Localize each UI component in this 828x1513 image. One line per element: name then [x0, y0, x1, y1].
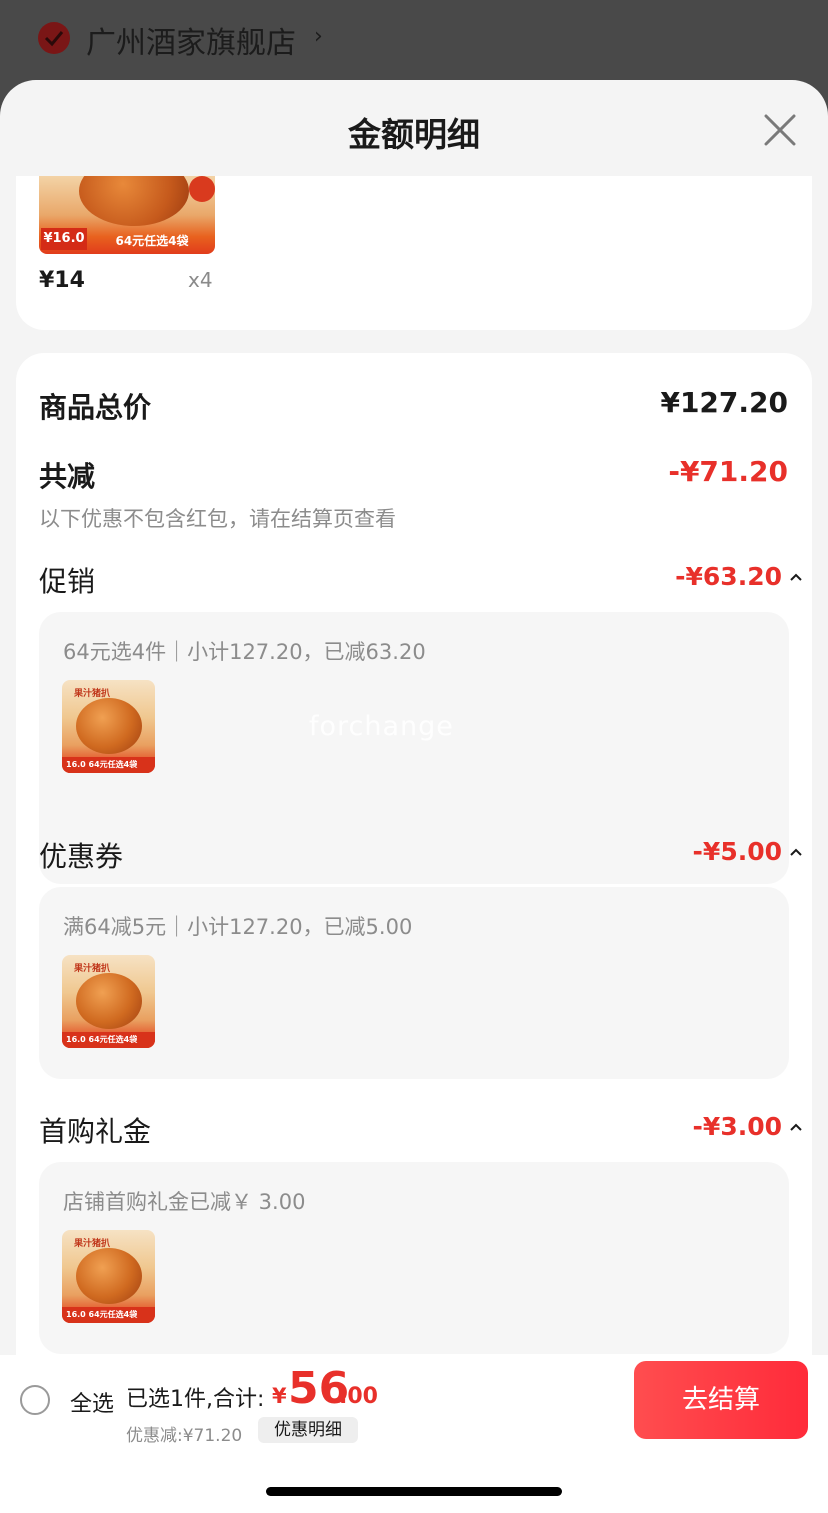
thumb-foot: 16.0 64元任选4袋 [62, 757, 155, 773]
select-all-radio[interactable] [20, 1385, 50, 1415]
section-value-coupon[interactable]: -¥5.00 [693, 837, 782, 866]
food-image [76, 973, 142, 1029]
chevron-right-icon[interactable]: › [314, 24, 323, 49]
promotion-detail: 64元选4件｜小计127.20，已减63.20 果汁猪扒 16.0 64元任选4… [39, 612, 789, 804]
thumb-price-badge: ¥16.0 [41, 228, 87, 250]
product-thumbnail: 果汁猪扒 16.0 64元任选4袋 [62, 1230, 155, 1323]
chevron-up-icon[interactable] [788, 844, 804, 860]
total-value: ¥127.20 [660, 386, 788, 419]
close-icon[interactable] [760, 110, 800, 150]
coupon-detail: 满64减5元｜小计127.20，已减5.00 果汁猪扒 16.0 64元任选4袋 [39, 887, 789, 1079]
store-name[interactable]: 广州酒家旗舰店 [86, 18, 296, 62]
store-check-icon[interactable] [38, 22, 70, 54]
discount-summary: 优惠减:¥71.20 [126, 1426, 243, 1446]
product-image: ¥16.0 64元任选4袋 [39, 176, 215, 254]
thumb-foot: 16.0 64元任选4袋 [62, 1032, 155, 1048]
first-gift-detail-text: 店铺首购礼金已减￥ 3.00 [63, 1190, 306, 1214]
promotion-detail-text: 64元选4件｜小计127.20，已减63.20 [63, 640, 426, 664]
discount-note: 以下优惠不包含红包，请在结算页查看 [39, 507, 396, 531]
chevron-up-icon[interactable] [788, 1119, 804, 1135]
total-currency: ¥ [272, 1384, 287, 1408]
tomato-image [189, 176, 215, 202]
section-value-promotion[interactable]: -¥63.20 [675, 562, 782, 591]
first-gift-detail: 店铺首购礼金已减￥ 3.00 果汁猪扒 16.0 64元任选4袋 [39, 1162, 789, 1354]
product-quantity: x4 [188, 268, 213, 292]
section-label-first-gift: 首购礼金 [39, 1115, 152, 1148]
checkout-button[interactable]: 去结算 [634, 1361, 808, 1439]
watermark: forchange [309, 711, 454, 742]
sheet-title: 金额明细 [348, 115, 480, 154]
total-decimal: .00 [339, 1384, 378, 1409]
store-header: 广州酒家旗舰店 › [0, 0, 828, 80]
food-image [76, 698, 142, 754]
product-thumbnail: 果汁猪扒 16.0 64元任选4袋 [62, 680, 155, 773]
food-image [76, 1248, 142, 1304]
section-label-promotion: 促销 [39, 565, 96, 598]
section-value-first-gift[interactable]: -¥3.00 [693, 1112, 782, 1141]
select-all-label[interactable]: 全选 [70, 1386, 114, 1418]
discount-detail-button[interactable]: 优惠明细 [258, 1417, 358, 1443]
section-label-coupon: 优惠券 [39, 840, 124, 873]
thumb-foot: 16.0 64元任选4袋 [62, 1307, 155, 1323]
home-indicator[interactable] [266, 1487, 562, 1496]
selected-summary: 已选1件,合计: [126, 1387, 265, 1412]
checkout-bar: 全选 已选1件,合计: ¥ 56 .00 优惠减:¥71.20 优惠明细 去结算 [0, 1355, 828, 1446]
amount-detail-sheet: 金额明细 ¥16.0 64元任选4袋 ¥14 x4 商品总价 ¥127.20 共… [0, 80, 828, 1513]
reduce-value: -¥71.20 [668, 455, 788, 488]
total-label: 商品总价 [39, 391, 152, 424]
product-card: ¥16.0 64元任选4袋 ¥14 x4 [16, 176, 812, 330]
food-image [79, 176, 189, 226]
home-indicator-area [0, 1446, 828, 1513]
coupon-detail-text: 满64减5元｜小计127.20，已减5.00 [63, 915, 413, 939]
reduce-label: 共减 [39, 460, 96, 493]
product-price: ¥14 [39, 268, 85, 293]
thumb-promo-text: 64元任选4袋 [115, 234, 189, 248]
product-thumbnail: 果汁猪扒 16.0 64元任选4袋 [62, 955, 155, 1048]
chevron-up-icon[interactable] [788, 569, 804, 585]
